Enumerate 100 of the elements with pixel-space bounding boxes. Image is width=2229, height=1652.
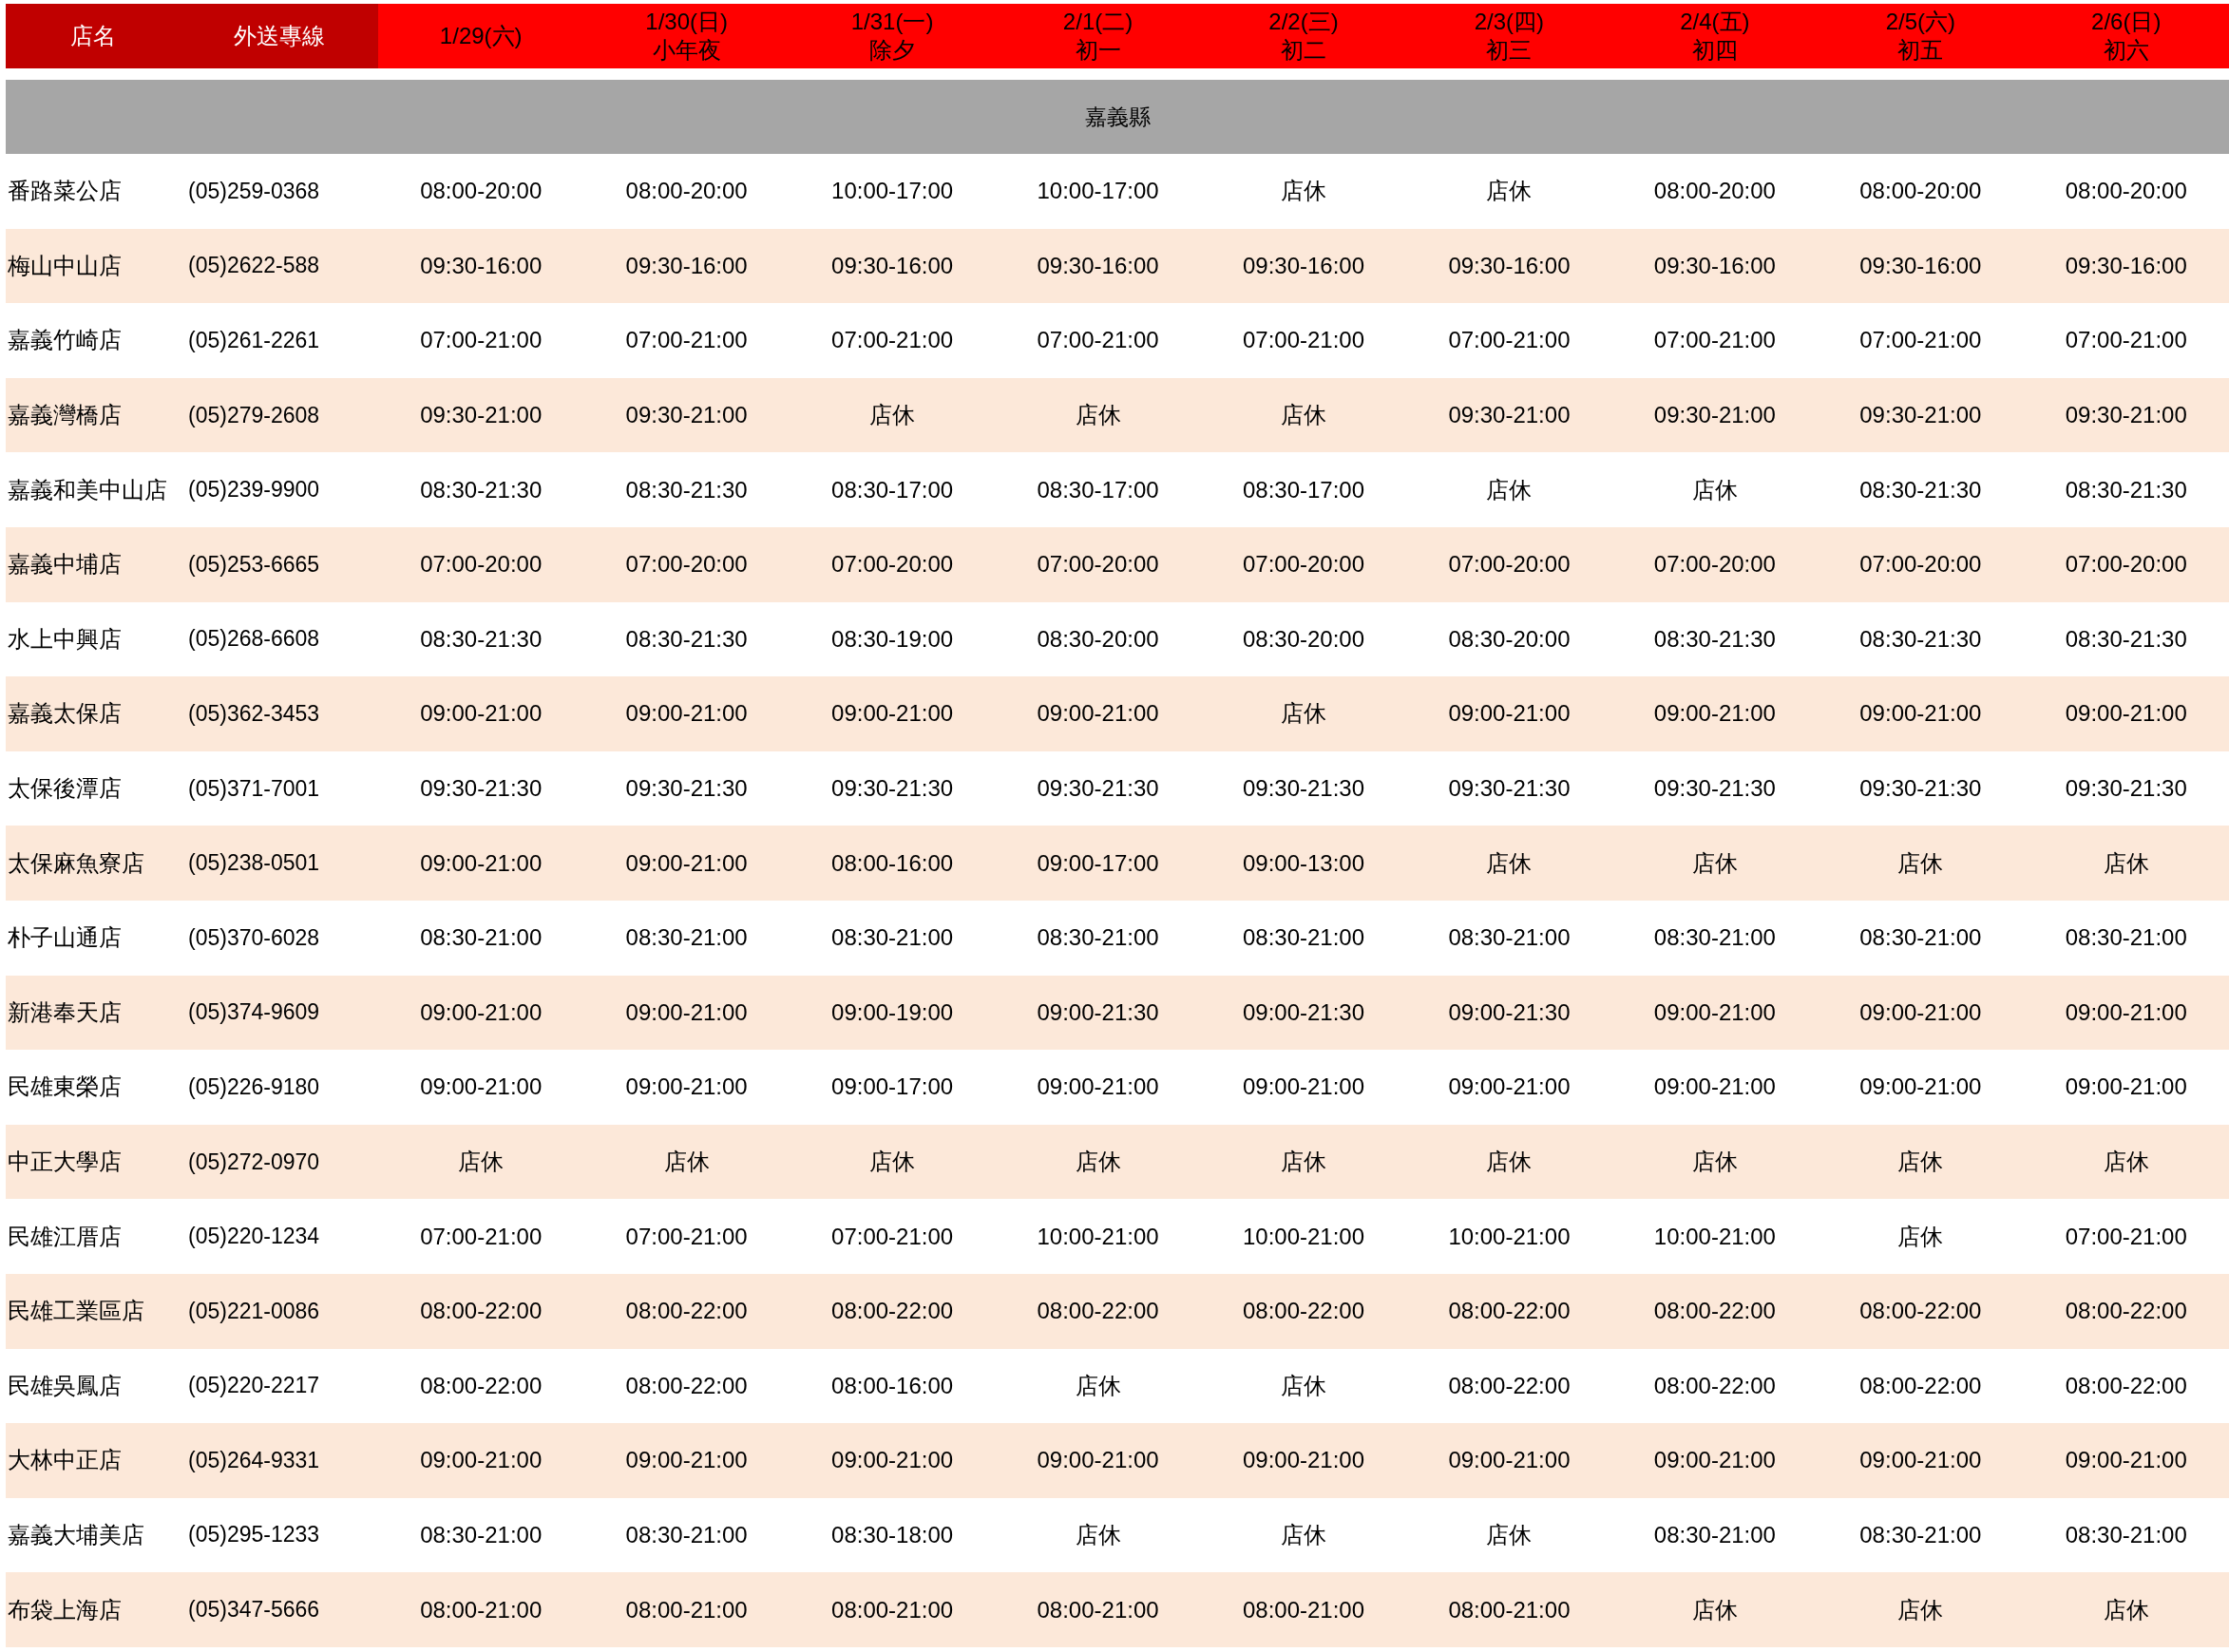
hours-cell-text: 09:30-21:30 — [1859, 774, 1982, 804]
hours-cell-text: 09:00-21:00 — [1653, 699, 1776, 729]
hours-cell-text: 09:00-21:00 — [1242, 1073, 1365, 1102]
hours-cell-text: 07:00-20:00 — [831, 550, 954, 579]
store-name: 梅山中山店 — [7, 251, 122, 280]
hours-cell-text: 08:00-22:00 — [1448, 1371, 1571, 1400]
phone-number: (05)220-2217 — [187, 1372, 320, 1400]
hours-cell-text: 08:00-22:00 — [1653, 1371, 1776, 1400]
phone-number: (05)261-2261 — [187, 327, 320, 354]
hours-cell-text: 08:30-21:30 — [2065, 624, 2187, 654]
hours-cell-text: 09:00-21:30 — [1242, 997, 1365, 1027]
hours-cell-text: 店休 — [1897, 1148, 1944, 1176]
hours-cell-text: 10:00-21:00 — [1242, 1222, 1365, 1251]
store-name: 太保麻魚寮店 — [7, 848, 144, 878]
hours-cell-text: 08:30-21:30 — [1859, 624, 1982, 654]
hours-cell-text: 07:00-21:00 — [420, 1222, 543, 1251]
hours-cell-text: 08:00-21:00 — [1448, 1595, 1571, 1624]
phone-number: (05)279-2608 — [187, 401, 320, 429]
hours-cell-text: 店休 — [1486, 475, 1533, 504]
hours-cell-text: 08:30-21:30 — [2065, 475, 2187, 504]
hours-cell-text: 店休 — [1897, 848, 1944, 878]
hours-cell-text: 08:00-22:00 — [625, 1371, 748, 1400]
hours-cell-text: 09:30-16:00 — [831, 251, 954, 280]
hours-cell-text: 店休 — [869, 401, 916, 430]
phone-number: (05)295-1233 — [187, 1521, 320, 1549]
hours-cell-text: 08:30-17:00 — [831, 475, 954, 504]
hours-cell-text: 08:00-20:00 — [420, 177, 543, 206]
hours-cell-text: 09:00-21:30 — [1037, 997, 1159, 1027]
hours-cell-text: 09:00-21:00 — [420, 1446, 543, 1475]
hours-cell-text: 09:30-16:00 — [1653, 251, 1776, 280]
hours-cell-text: 08:30-20:00 — [1037, 624, 1159, 654]
store-name: 嘉義中埔店 — [7, 550, 122, 579]
phone-number: (05)371-7001 — [187, 774, 320, 803]
store-name: 民雄工業區店 — [7, 1297, 144, 1326]
hours-cell-text: 07:00-21:00 — [625, 326, 748, 355]
hours-cell-text: 09:00-21:00 — [1859, 699, 1982, 729]
hours-cell-text: 08:30-21:00 — [1653, 923, 1776, 953]
hours-cell-text: 08:00-22:00 — [1859, 1371, 1982, 1400]
hours-cell-text: 08:00-20:00 — [625, 177, 748, 206]
store-name: 嘉義大埔美店 — [7, 1521, 144, 1549]
hours-cell-text: 08:30-21:00 — [625, 1521, 748, 1549]
hours-cell-text: 09:00-21:00 — [1653, 1446, 1776, 1475]
column-header: 2/6(日) — [2091, 8, 2162, 36]
hours-cell-text: 08:00-22:00 — [1859, 1297, 1982, 1326]
hours-cell-text: 店休 — [1897, 1222, 1944, 1251]
hours-cell-text: 09:30-21:00 — [625, 401, 748, 430]
phone-number: (05)2622-588 — [187, 252, 320, 280]
hours-cell-text: 09:00-21:00 — [420, 1073, 543, 1102]
hours-cell-text: 09:00-21:00 — [1448, 1446, 1571, 1475]
store-name: 大林中正店 — [7, 1446, 122, 1475]
hours-cell-text: 07:00-21:00 — [2065, 1222, 2187, 1251]
hours-cell-text: 08:30-21:00 — [625, 923, 748, 953]
store-name: 中正大學店 — [7, 1148, 122, 1176]
hours-cell-text: 08:00-20:00 — [2065, 177, 2187, 206]
column-header: 2/5(六) — [1885, 8, 1955, 36]
hours-cell-text: 店休 — [1486, 1148, 1533, 1176]
hours-cell-text: 07:00-21:00 — [2065, 326, 2187, 355]
column-header: 2/4(五) — [1680, 8, 1750, 36]
store-name: 嘉義和美中山店 — [7, 475, 167, 504]
hours-cell-text: 10:00-17:00 — [1037, 177, 1159, 206]
hours-cell-text: 07:00-21:00 — [831, 1222, 954, 1251]
hours-cell-text: 08:00-20:00 — [1653, 177, 1776, 206]
column-header: 1/30(日) — [645, 8, 728, 36]
hours-cell-text: 09:00-21:00 — [1037, 1446, 1159, 1475]
phone-number: (05)239-9900 — [187, 476, 320, 504]
hours-cell-text: 08:30-21:30 — [625, 624, 748, 654]
hours-cell-text: 09:00-21:00 — [1859, 1073, 1982, 1102]
hours-cell-text: 07:00-21:00 — [1653, 326, 1776, 355]
hours-cell-text: 07:00-21:00 — [1037, 326, 1159, 355]
hours-cell-text: 08:00-16:00 — [831, 1371, 954, 1400]
hours-cell-text: 09:30-21:30 — [420, 774, 543, 804]
hours-cell-text: 09:30-21:30 — [625, 774, 748, 804]
hours-cell-text: 08:30-21:00 — [1653, 1521, 1776, 1549]
hours-cell-text: 店休 — [458, 1148, 505, 1176]
hours-cell-text: 08:30-21:00 — [1448, 923, 1571, 953]
hours-cell-text: 08:00-22:00 — [1037, 1297, 1159, 1326]
hours-cell-text: 07:00-20:00 — [625, 550, 748, 579]
hours-cell-text: 08:00-20:00 — [1859, 177, 1982, 206]
hours-cell-text: 09:00-21:00 — [2065, 699, 2187, 729]
phone-number: (05)272-0970 — [187, 1148, 320, 1176]
column-header: 除夕 — [869, 36, 916, 65]
hours-cell-text: 08:30-21:00 — [1859, 923, 1982, 953]
hours-cell-text: 店休 — [1486, 1521, 1533, 1549]
region-title: 嘉義縣 — [1084, 103, 1151, 131]
hours-cell-text: 07:00-20:00 — [1653, 550, 1776, 579]
phone-number: (05)264-9331 — [187, 1446, 320, 1474]
hours-cell-text: 09:30-16:00 — [1037, 251, 1159, 280]
hours-cell-text: 09:30-21:30 — [1653, 774, 1776, 804]
hours-cell-text: 09:00-21:00 — [1859, 1446, 1982, 1475]
hours-cell-text: 08:30-18:00 — [831, 1521, 954, 1549]
hours-cell-text: 09:00-21:00 — [625, 1073, 748, 1102]
store-name: 嘉義太保店 — [7, 699, 122, 729]
hours-cell-text: 07:00-20:00 — [1859, 550, 1982, 579]
hours-cell-text: 09:30-21:00 — [2065, 401, 2187, 430]
hours-cell-text: 店休 — [1075, 1148, 1121, 1176]
hours-cell-text: 08:00-21:00 — [625, 1595, 748, 1624]
phone-number: (05)253-6665 — [187, 550, 320, 579]
hours-cell-text: 08:00-22:00 — [2065, 1297, 2187, 1326]
hours-cell-text: 08:30-21:30 — [420, 475, 543, 504]
hours-cell-text: 07:00-21:00 — [420, 326, 543, 355]
